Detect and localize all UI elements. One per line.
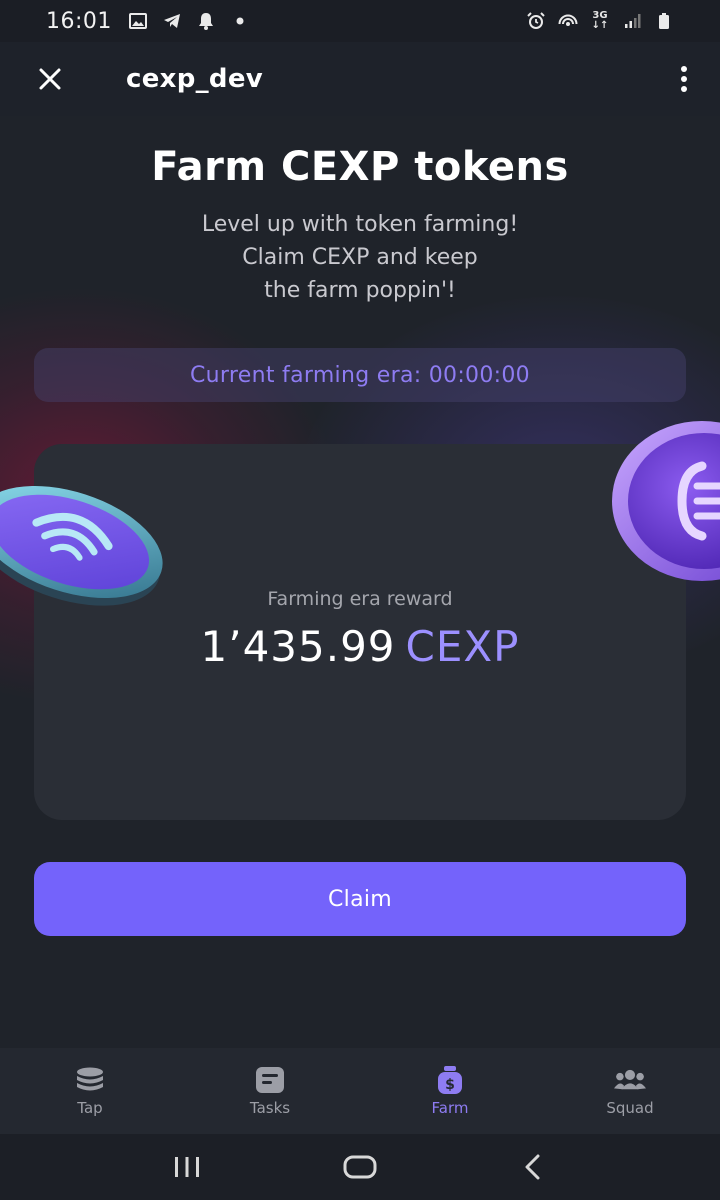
bottom-nav: Tap Tasks $ Farm Squad: [0, 1048, 720, 1134]
farm-screen: Farm CEXP tokens Level up with token far…: [0, 116, 720, 1048]
dot-icon: [230, 11, 250, 31]
more-vertical-dot: [681, 76, 687, 82]
farming-era-banner: Current farming era: 00:00:00: [34, 348, 686, 402]
more-vertical-icon: [681, 66, 687, 72]
money-bag-icon: $: [434, 1065, 466, 1095]
status-time: 16:01: [46, 8, 112, 34]
coins-stack-icon: [74, 1065, 106, 1095]
notification-icons: [128, 11, 250, 31]
network-3g-icon: 3G ↓↑: [591, 10, 609, 31]
nav-label: Squad: [606, 1099, 654, 1117]
subtitle-line: Claim CEXP and keep: [242, 245, 478, 270]
back-icon: [525, 1154, 540, 1180]
bell-icon: [196, 11, 216, 31]
close-button[interactable]: [20, 49, 80, 109]
hotspot-icon: [558, 11, 578, 31]
system-status-icons: 3G ↓↑: [526, 11, 674, 31]
group-icon: [614, 1065, 646, 1095]
more-menu-button[interactable]: [672, 59, 696, 99]
era-label: Current farming era:: [190, 362, 422, 388]
recent-apps-button[interactable]: [162, 1147, 212, 1187]
nav-label: Tap: [77, 1099, 103, 1117]
nav-item-squad[interactable]: Squad: [540, 1048, 720, 1134]
claim-button[interactable]: Claim: [34, 862, 686, 936]
svg-text:$: $: [445, 1077, 455, 1093]
subtitle-line: Level up with token farming!: [201, 212, 519, 237]
cexp-coin-icon: [612, 421, 720, 581]
page-title: Farm CEXP tokens: [151, 144, 569, 190]
reward-unit: CEXP: [405, 622, 520, 671]
nav-item-tap[interactable]: Tap: [0, 1048, 180, 1134]
alarm-icon: [526, 11, 546, 31]
close-icon: [39, 68, 61, 90]
recent-apps-icon: [174, 1157, 199, 1177]
gallery-icon: [128, 11, 148, 31]
app-title: cexp_dev: [126, 64, 264, 94]
reward-value: 1’435.99: [200, 622, 396, 671]
reward-amount: 1’435.99 CEXP: [34, 622, 686, 671]
nav-label: Farm: [431, 1099, 469, 1117]
nav-item-farm[interactable]: $ Farm: [360, 1048, 540, 1134]
battery-icon: [654, 11, 674, 31]
subtitle-line: the farm poppin'!: [264, 278, 456, 303]
more-vertical-dot: [681, 86, 687, 92]
era-timer: 00:00:00: [428, 362, 530, 388]
home-icon: [343, 1155, 377, 1179]
page-subtitle: Level up with token farming! Claim CEXP …: [110, 208, 610, 307]
nav-label: Tasks: [249, 1099, 291, 1117]
telegram-icon: [162, 11, 182, 31]
system-nav-bar: [0, 1134, 720, 1200]
home-button[interactable]: [335, 1147, 385, 1187]
status-bar: 16:01 3G ↓↑: [0, 0, 720, 42]
signal-icon: [622, 11, 642, 31]
task-list-icon: [254, 1065, 286, 1095]
cexp-coin-icon: [0, 485, 163, 606]
back-button[interactable]: [508, 1147, 558, 1187]
nav-item-tasks[interactable]: Tasks: [180, 1048, 360, 1134]
app-header: cexp_dev: [0, 42, 720, 116]
